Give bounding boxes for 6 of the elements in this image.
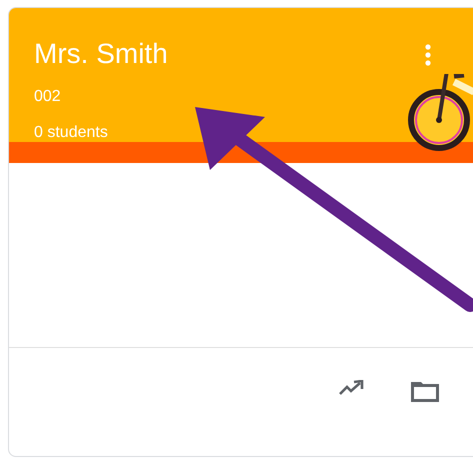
class-section: 002 (34, 88, 168, 106)
folder-icon (409, 380, 441, 404)
student-count: 0 students (34, 124, 109, 142)
class-title-link[interactable]: Mrs. Smith (34, 38, 168, 70)
more-vert-icon (425, 43, 431, 67)
trending-up-icon (339, 380, 365, 396)
